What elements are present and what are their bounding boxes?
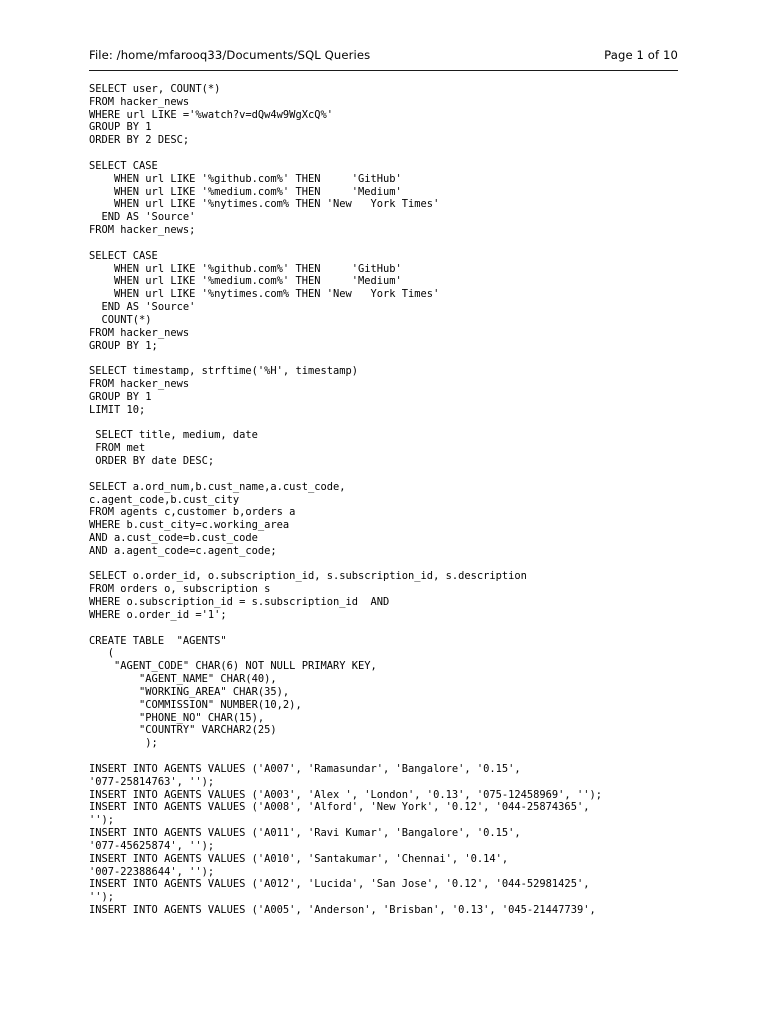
code-line: FROM hacker_news [89,378,190,391]
code-block-query-met-titles: SELECT title, medium, date FROM met ORDE… [89,429,689,467]
code-line: FROM hacker_news [89,95,190,108]
code-line: CREATE TABLE "AGENTS" [89,634,227,647]
code-line: SELECT timestamp, strftime('%H', timesta… [89,365,358,378]
code-line: INSERT INTO AGENTS VALUES ('A005', 'Ande… [89,904,596,916]
code-line: SELECT o.order_id, o.subscription_id, s.… [89,570,527,583]
code-block-query-count-users-by-url: SELECT user, COUNT(*) FROM hacker_news WHE… [89,83,689,147]
code-line: AND a.cust_code=b.cust_code [89,531,258,544]
code-line: FROM met [89,442,146,455]
header-divider [89,70,678,71]
code-line: "COMMISSION" NUMBER(10,2), [89,698,302,711]
code-line: WHERE o.order_id ='1'; [89,608,227,621]
code-line: FROM agents c,customer b,orders a [89,506,296,519]
code-line: WHEN url LIKE '%github.com%' THEN 'GitHu… [89,172,402,185]
code-line: INSERT INTO AGENTS VALUES ('A011', 'Ravi… [89,827,521,840]
code-line: WHERE b.cust_city=c.working_area [89,519,290,532]
code-line: ''); [89,891,115,904]
page-header: File: /home/mfarooq33/Documents/SQL Quer… [89,48,678,63]
code-line: '007-22388644', ''); [89,865,215,878]
code-line: WHEN url LIKE '%medium.com%' THEN 'Mediu… [89,275,402,288]
code-line: LIMIT 10; [89,403,146,416]
code-block-query-timestamp-strftime: SELECT timestamp, strftime('%H', timesta… [89,365,689,416]
code-line: ); [89,737,158,750]
code-block-dml-insert-agents: INSERT INTO AGENTS VALUES ('A007', 'Rama… [89,763,689,917]
code-line: SELECT CASE [89,249,158,262]
code-line: "AGENT_NAME" CHAR(40), [89,673,277,686]
code-line: COUNT(*) [89,313,152,326]
code-line: SELECT CASE [89,159,158,172]
code-line: "COUNTRY" VARCHAR2(25) [89,724,277,737]
code-line: FROM hacker_news [89,326,190,339]
code-line: INSERT INTO AGENTS VALUES ('A003', 'Alex… [89,788,602,801]
code-line: ''); [89,814,115,827]
code-line: END AS 'Source' [89,211,196,224]
code-line: INSERT INTO AGENTS VALUES ('A012', 'Luci… [89,878,590,891]
code-line: GROUP BY 1; [89,339,158,352]
code-line: "AGENT_CODE" CHAR(6) NOT NULL PRIMARY KE… [89,660,377,673]
code-line: WHEN url LIKE '%nytimes.com% THEN 'New Y… [89,288,440,301]
code-line: WHERE url LIKE ='%watch?v=dQw4w9WgXcQ%' [89,108,333,121]
code-line: SELECT a.ord_num,b.cust_name,a.cust_code… [89,480,346,493]
code-block-query-agents-customer-orders-join: SELECT a.ord_num,b.cust_name,a.cust_code… [89,481,689,558]
code-block-query-case-source: SELECT CASE WHEN url LIKE '%github.com%'… [89,160,689,237]
code-line: ORDER BY date DESC; [89,455,215,468]
code-line: ( [89,647,115,660]
code-line: "PHONE_NO" CHAR(15), [89,711,265,724]
code-line: GROUP BY 1 [89,121,152,134]
code-line: INSERT INTO AGENTS VALUES ('A010', 'Sant… [89,852,509,865]
code-block-ddl-create-table-agents: CREATE TABLE "AGENTS" ( "AGENT_CODE" CHA… [89,635,689,750]
code-line: '077-45625874', ''); [89,839,215,852]
code-line: ORDER BY 2 DESC; [89,134,190,147]
code-line: INSERT INTO AGENTS VALUES ('A008', 'Alfo… [89,801,590,814]
document-page: File: /home/mfarooq33/Documents/SQL Quer… [0,0,768,1024]
code-line: SELECT title, medium, date [89,429,258,442]
code-line: "WORKING_AREA" CHAR(35), [89,685,290,698]
code-line: AND a.agent_code=c.agent_code; [89,544,277,557]
code-line: END AS 'Source' [89,301,196,314]
code-line: c.agent_code,b.cust_city [89,493,240,506]
code-line: '077-25814763', ''); [89,775,215,788]
code-line: SELECT user, COUNT(*) [89,83,221,95]
code-line: FROM orders o, subscription s [89,583,271,596]
code-line: WHEN url LIKE '%medium.com%' THEN 'Mediu… [89,185,402,198]
code-line: GROUP BY 1 [89,390,152,403]
code-block-query-case-source-count: SELECT CASE WHEN url LIKE '%github.com%'… [89,250,689,353]
page-number-label: Page 1 of 10 [604,48,678,62]
sql-code-body: SELECT user, COUNT(*) FROM hacker_news WHE… [89,83,689,917]
code-line: INSERT INTO AGENTS VALUES ('A007', 'Rama… [89,762,521,775]
code-line: WHERE o.subscription_id = s.subscription… [89,596,390,609]
code-block-query-orders-subscription-join: SELECT o.order_id, o.subscription_id, s.… [89,570,689,621]
code-line: WHEN url LIKE '%nytimes.com% THEN 'New Y… [89,198,440,211]
code-line: WHEN url LIKE '%github.com%' THEN 'GitHu… [89,262,402,275]
file-path-label: File: /home/mfarooq33/Documents/SQL Quer… [89,48,371,62]
code-line: FROM hacker_news; [89,224,196,237]
